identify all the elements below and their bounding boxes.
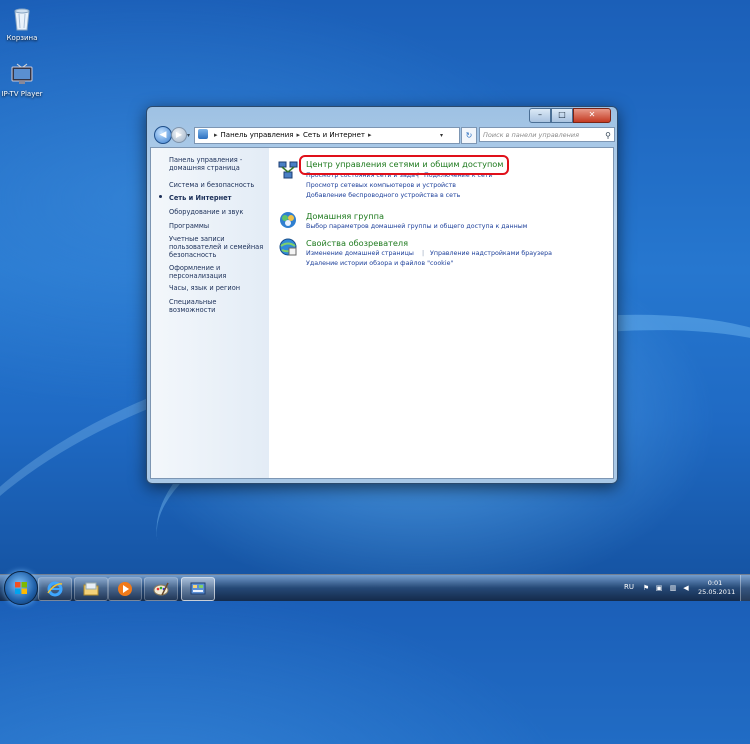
minimize-button[interactable]: –	[529, 108, 551, 123]
taskbar: RU ⚑ ▣ ▥ ◀ 0:01 25.05.2011	[0, 571, 750, 605]
link-add-wireless-device[interactable]: Добавление беспроводного устройства в се…	[306, 192, 460, 199]
sidebar-item-network-internet[interactable]: Сеть и Интернет	[169, 194, 265, 202]
back-button[interactable]: ◀	[154, 126, 172, 144]
sidebar-item-system-security[interactable]: Система и безопасность	[169, 181, 265, 189]
search-input[interactable]: Поиск в панели управления ⚲	[479, 127, 615, 142]
taskbar-button-control-panel[interactable]	[181, 577, 215, 601]
navigation-bar: ◀ ▶ ▾ ▸ Панель управления ▸ Сеть и Интернет…	[151, 124, 615, 146]
close-button[interactable]: ✕	[573, 108, 611, 123]
current-item-bullet	[159, 195, 162, 198]
desktop-icon-recycle-bin[interactable]: Корзина	[0, 6, 44, 42]
ie-icon	[47, 581, 63, 597]
search-placeholder: Поиск в панели управления	[483, 131, 580, 139]
action-center-flag-icon[interactable]: ⚑	[642, 584, 650, 592]
taskbar-button-media-player[interactable]	[108, 577, 142, 601]
sidebar-item-ease-of-access[interactable]: Специальные возможности	[169, 298, 265, 314]
sidebar-item-hardware-sound[interactable]: Оборудование и звук	[169, 208, 265, 216]
link-delete-history[interactable]: Удаление истории обзора и файлов "cookie…	[306, 260, 453, 267]
show-desktop-button[interactable]	[740, 575, 750, 601]
sidebar: Панель управления - домашняя страница Си…	[151, 148, 269, 478]
language-indicator[interactable]: RU	[624, 583, 634, 591]
breadcrumb-separator[interactable]: ▸	[214, 131, 218, 139]
explorer-icon	[83, 582, 99, 596]
link-change-home-page[interactable]: Изменение домашней страницы	[306, 250, 414, 257]
content-area: Панель управления - домашняя страница Си…	[150, 147, 614, 479]
windows-logo-icon	[15, 582, 27, 594]
link-view-network-computers[interactable]: Просмотр сетевых компьютеров и устройств	[306, 182, 456, 189]
caption-buttons: – □ ✕	[529, 108, 611, 123]
clock-time: 0:01	[707, 579, 723, 587]
media-player-icon	[118, 582, 132, 596]
sidebar-item-home[interactable]: Панель управления - домашняя страница	[169, 156, 265, 172]
breadcrumb-separator[interactable]: ▸	[296, 131, 300, 139]
paint-icon	[153, 582, 169, 596]
recent-pages-dropdown[interactable]: ▾	[187, 132, 190, 139]
recycle-bin-icon	[9, 6, 35, 32]
homegroup-title[interactable]: Домашняя группа	[306, 211, 384, 221]
taskbar-button-paint[interactable]	[144, 577, 178, 601]
tray-program-icon[interactable]: ▣	[655, 584, 663, 592]
sidebar-item-user-accounts[interactable]: Учетные записи пользователей и семейная …	[169, 235, 265, 259]
desktop-icon-label: IP-TV Player	[1, 90, 43, 98]
control-panel-icon	[190, 582, 206, 595]
taskbar-button-ie[interactable]	[38, 577, 72, 601]
homegroup-icon	[278, 210, 298, 230]
sidebar-item-programs[interactable]: Программы	[169, 222, 265, 230]
internet-options-icon	[278, 237, 298, 257]
breadcrumb-network-internet[interactable]: Сеть и Интернет	[303, 131, 365, 139]
clock-date: 25.05.2011	[698, 588, 736, 596]
desktop-icon-label: Корзина	[6, 34, 38, 42]
iptv-player-icon	[9, 62, 35, 88]
link-divider: |	[422, 250, 425, 257]
internet-options-title[interactable]: Свойства обозревателя	[306, 238, 408, 248]
maximize-button[interactable]: □	[551, 108, 573, 123]
section-internet-options: Свойства обозревателя Изменение домашней…	[278, 237, 608, 271]
red-highlight-annotation	[299, 155, 509, 175]
control-panel-icon	[198, 129, 208, 139]
sidebar-item-clock-language-region[interactable]: Часы, язык и регион	[169, 284, 265, 292]
volume-icon[interactable]: ◀	[682, 584, 690, 592]
control-panel-window: – □ ✕ ◀ ▶ ▾ ▸ Панель управления ▸ Сеть и Ин…	[146, 106, 618, 484]
section-homegroup: Домашняя группа Выбор параметров домашне…	[278, 210, 608, 234]
taskbar-button-explorer[interactable]	[74, 577, 108, 601]
address-bar[interactable]: ▸ Панель управления ▸ Сеть и Интернет ▸ ▾	[194, 127, 460, 144]
system-clock[interactable]: 0:01 25.05.2011	[698, 579, 736, 597]
address-dropdown-icon[interactable]: ▾	[440, 128, 443, 143]
sidebar-item-appearance[interactable]: Оформление и персонализация	[169, 264, 265, 280]
search-icon[interactable]: ⚲	[605, 128, 611, 143]
link-homegroup-options[interactable]: Выбор параметров домашней группы и общег…	[306, 223, 527, 230]
breadcrumb-separator[interactable]: ▸	[368, 131, 372, 139]
forward-button[interactable]: ▶	[171, 127, 187, 143]
desktop-icon-iptv-player[interactable]: IP-TV Player	[0, 62, 44, 98]
refresh-button[interactable]: ↻	[461, 127, 477, 144]
network-icon[interactable]: ▥	[669, 584, 677, 592]
network-center-icon	[278, 160, 298, 180]
link-manage-addons[interactable]: Управление надстройками браузера	[430, 250, 552, 257]
breadcrumb-control-panel[interactable]: Панель управления	[221, 131, 294, 139]
